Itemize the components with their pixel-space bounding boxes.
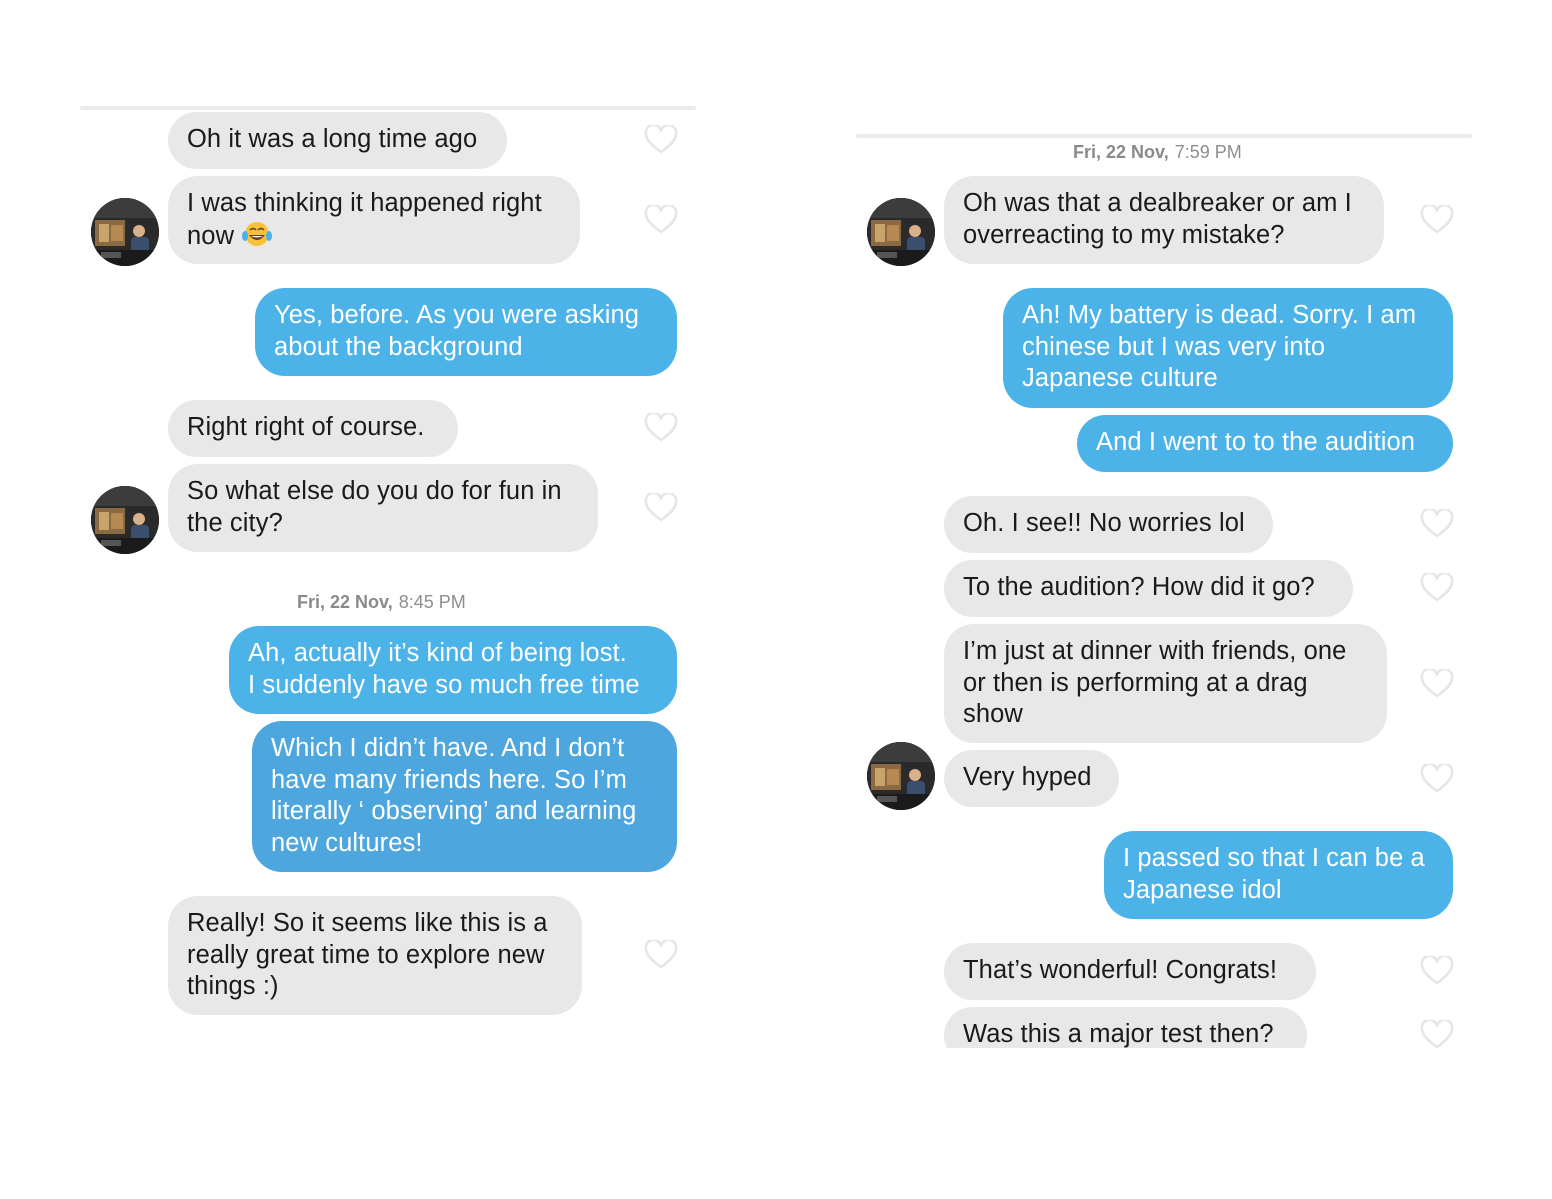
message-line: literally ‘ observing’ and learning: [271, 797, 637, 825]
message-line: Japanese culture: [1022, 364, 1218, 392]
message-line: That’s wonderful! Congrats!: [963, 956, 1278, 984]
incoming-message[interactable]: So what else do you do for fun in the ci…: [168, 464, 598, 552]
match-avatar[interactable]: [867, 742, 935, 810]
incoming-message[interactable]: That’s wonderful! Congrats!: [944, 943, 1316, 1000]
timestamp-time: 8:45 PM: [398, 592, 466, 612]
message-line: So what else do you do for fun in: [187, 477, 562, 505]
message-line: chinese but I was very into: [1022, 332, 1326, 361]
outgoing-message[interactable]: Which I didn’t have. And I don’t have ma…: [252, 721, 677, 872]
heart-outline-icon[interactable]: [644, 413, 678, 443]
timestamp: Fri, 22 Nov, 7:59 PM: [1073, 142, 1242, 163]
message-line: To the audition? How did it go?: [963, 573, 1315, 601]
outgoing-message[interactable]: Ah! My battery is dead. Sorry. I am chin…: [1003, 288, 1453, 408]
heart-outline-icon[interactable]: [1420, 509, 1454, 539]
message-list-cutoff: Was this a major test then?: [776, 1000, 1552, 1048]
message-line: about the background: [274, 332, 523, 361]
message-line: Oh. I see!! No worries lol: [963, 509, 1245, 537]
message-line: I was thinking it happened right: [187, 189, 542, 217]
message-line: now: [187, 221, 235, 250]
incoming-message[interactable]: Was this a major test then?: [944, 1007, 1307, 1048]
heart-outline-icon[interactable]: [1420, 205, 1454, 235]
incoming-message[interactable]: I was thinking it happened right now: [168, 176, 580, 264]
heart-outline-icon[interactable]: [1420, 956, 1454, 986]
incoming-message[interactable]: Really! So it seems like this is a reall…: [168, 896, 582, 1015]
match-avatar[interactable]: [91, 486, 159, 554]
message-line: Right right of course.: [187, 413, 425, 441]
right-chat-panel: Fri, 22 Nov, 7:59 PM Oh was that a dealbr…: [776, 0, 1552, 1199]
message-line: Yes, before. As you were asking: [274, 301, 640, 329]
match-avatar[interactable]: [867, 198, 935, 266]
timestamp-time: 7:59 PM: [1174, 142, 1242, 162]
message-line: Ah! My battery is dead. Sorry. I am: [1022, 301, 1417, 329]
message-line: Very hyped: [963, 763, 1092, 791]
timestamp-date: Fri, 22 Nov,: [297, 592, 393, 612]
message-line: things :): [187, 972, 279, 1000]
message-line: Ah, actually it’s kind of being lost.: [248, 639, 627, 667]
heart-outline-icon[interactable]: [1420, 573, 1454, 603]
outgoing-message[interactable]: Ah, actually it’s kind of being lost. I …: [229, 626, 677, 714]
message-line: or then is performing at a drag: [963, 668, 1308, 697]
outgoing-message[interactable]: And I went to to the audition: [1077, 415, 1453, 472]
heart-outline-icon[interactable]: [644, 940, 678, 970]
message-line: Which I didn’t have. And I don’t: [271, 734, 625, 762]
message-line: show: [963, 700, 1023, 728]
heart-outline-icon[interactable]: [1420, 1020, 1454, 1048]
message-line: the city?: [187, 508, 283, 537]
message-line: Really! So it seems like this is a: [187, 909, 548, 937]
message-line: really great time to explore new: [187, 940, 545, 969]
timestamp: Fri, 22 Nov, 8:45 PM: [297, 592, 466, 613]
outgoing-message[interactable]: I passed so that I can be a Japanese ido…: [1104, 831, 1453, 919]
match-avatar[interactable]: [91, 198, 159, 266]
message-line: I suddenly have so much free time: [248, 670, 640, 699]
message-line: Oh it was a long time ago: [187, 125, 478, 153]
incoming-message[interactable]: Oh it was a long time ago: [168, 112, 507, 169]
message-line: And I went to to the audition: [1096, 428, 1416, 456]
heart-outline-icon[interactable]: [1420, 764, 1454, 794]
message-line: Was this a major test then?: [963, 1020, 1274, 1048]
message-line: overreacting to my mistake?: [963, 220, 1285, 249]
message-line: new cultures!: [271, 828, 423, 857]
heart-outline-icon[interactable]: [644, 493, 678, 523]
incoming-message[interactable]: Oh. I see!! No worries lol: [944, 496, 1273, 553]
message-line: have many friends here. So I’m: [271, 765, 627, 794]
incoming-message[interactable]: Right right of course.: [168, 400, 458, 457]
tears-of-joy-emoji: [241, 220, 273, 248]
message-line: Japanese idol: [1123, 875, 1282, 904]
incoming-message[interactable]: I’m just at dinner with friends, one or …: [944, 624, 1387, 743]
timestamp-date: Fri, 22 Nov,: [1073, 142, 1169, 162]
message-line: I passed so that I can be a: [1123, 844, 1425, 872]
top-divider: [856, 134, 1472, 138]
left-chat-panel: Oh it was a long time ago I was thinking…: [0, 0, 776, 1199]
heart-outline-icon[interactable]: [644, 205, 678, 235]
top-divider: [80, 106, 696, 110]
incoming-message[interactable]: To the audition? How did it go?: [944, 560, 1353, 617]
message-line: I’m just at dinner with friends, one: [963, 637, 1347, 665]
outgoing-message[interactable]: Yes, before. As you were asking about th…: [255, 288, 677, 376]
heart-outline-icon[interactable]: [644, 125, 678, 155]
incoming-message[interactable]: Very hyped: [944, 750, 1119, 807]
incoming-message[interactable]: Oh was that a dealbreaker or am I overre…: [944, 176, 1384, 264]
message-line: Oh was that a dealbreaker or am I: [963, 189, 1352, 217]
heart-outline-icon[interactable]: [1420, 669, 1454, 699]
